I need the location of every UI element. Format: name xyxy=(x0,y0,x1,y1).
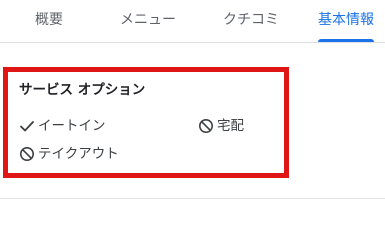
tab-overview[interactable]: 概要 xyxy=(35,10,63,30)
prohibited-icon xyxy=(20,147,34,161)
active-tab-indicator xyxy=(318,39,374,42)
check-icon xyxy=(20,121,34,132)
tab-reviews[interactable]: クチコミ xyxy=(223,10,279,30)
tab-bar: 概要 メニュー クチコミ 基本情報 xyxy=(0,0,385,43)
tab-about[interactable]: 基本情報 xyxy=(318,10,374,30)
option-delivery: 宅配 xyxy=(198,117,244,135)
option-label: 宅配 xyxy=(217,118,244,134)
option-takeout: テイクアウト xyxy=(19,145,119,163)
option-label: テイクアウト xyxy=(38,146,119,162)
option-dine-in: イートイン xyxy=(19,117,106,135)
place-info-panel: 概要 メニュー クチコミ 基本情報 サービス オプション イートイン 宅配 テイ… xyxy=(0,0,385,207)
service-options-heading: サービス オプション xyxy=(19,82,146,98)
option-label: イートイン xyxy=(38,118,106,134)
tab-menu[interactable]: メニュー xyxy=(120,10,176,30)
prohibited-icon xyxy=(199,119,213,133)
divider xyxy=(0,198,385,199)
